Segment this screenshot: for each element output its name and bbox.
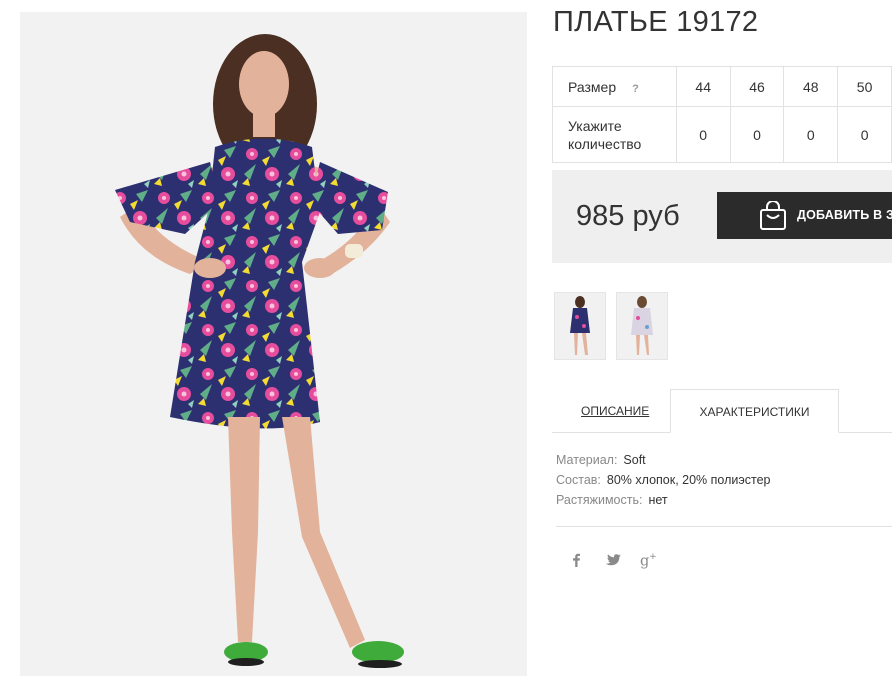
- svg-text:+: +: [649, 552, 657, 562]
- product-main-image[interactable]: [20, 12, 527, 676]
- characteristic-key: Материал:: [556, 453, 618, 467]
- twitter-icon[interactable]: [603, 550, 623, 570]
- size-table: Размер? 44 46 48 50 Укажите количество 0…: [552, 66, 892, 163]
- characteristics-divider: [556, 526, 892, 527]
- size-help-icon[interactable]: ?: [632, 83, 639, 95]
- thumbnail-2[interactable]: [616, 292, 668, 360]
- characteristic-key: Состав:: [556, 473, 601, 487]
- google-plus-icon[interactable]: g +: [640, 550, 660, 570]
- thumbnail-1[interactable]: [554, 292, 606, 360]
- product-price: 985 руб: [576, 200, 680, 232]
- size-label: Размер: [568, 78, 617, 95]
- quantity-input-50[interactable]: 0: [837, 106, 892, 163]
- size-44: 44: [675, 66, 731, 107]
- add-to-order-label: ДОБАВИТЬ В ЗАКАЗ: [797, 208, 892, 222]
- price-box: 985 руб ДОБАВИТЬ В ЗАКАЗ: [552, 170, 892, 263]
- svg-text:g: g: [640, 553, 649, 569]
- characteristic-key: Растяжимость:: [556, 493, 643, 507]
- product-title: ПЛАТЬЕ 19172: [553, 6, 759, 38]
- size-50: 50: [837, 66, 892, 107]
- shopping-bag-icon: [760, 201, 786, 230]
- tab-characteristics[interactable]: ХАРАКТЕРИСТИКИ: [670, 389, 839, 433]
- quantity-input-46[interactable]: 0: [729, 106, 785, 163]
- quantity-label-line-2: количество: [568, 135, 642, 152]
- quantity-label-cell: Укажите количество: [552, 106, 677, 163]
- characteristic-row: Материал: Soft: [556, 452, 770, 472]
- quantity-input-44[interactable]: 0: [675, 106, 731, 163]
- characteristic-row: Растяжимость: нет: [556, 492, 770, 512]
- characteristic-value: Soft: [623, 453, 646, 467]
- quantity-label-line-1: Укажите: [568, 117, 622, 134]
- tab-characteristics-label: ХАРАКТЕРИСТИКИ: [699, 405, 810, 419]
- add-to-order-button[interactable]: ДОБАВИТЬ В ЗАКАЗ: [717, 192, 892, 239]
- size-label-cell: Размер?: [552, 66, 677, 107]
- characteristics-list: Материал: Soft Состав: 80% хлопок, 20% пол…: [556, 452, 770, 512]
- characteristic-value: нет: [648, 493, 668, 507]
- quantity-input-48[interactable]: 0: [783, 106, 839, 163]
- size-46: 46: [729, 66, 785, 107]
- characteristic-value: 80% хлопок, 20% полиэстер: [606, 473, 771, 487]
- tab-description[interactable]: ОПИСАНИЕ: [581, 404, 649, 418]
- facebook-icon[interactable]: [566, 550, 586, 570]
- characteristic-row: Состав: 80% хлопок, 20% полиэстер: [556, 472, 770, 492]
- size-48: 48: [783, 66, 839, 107]
